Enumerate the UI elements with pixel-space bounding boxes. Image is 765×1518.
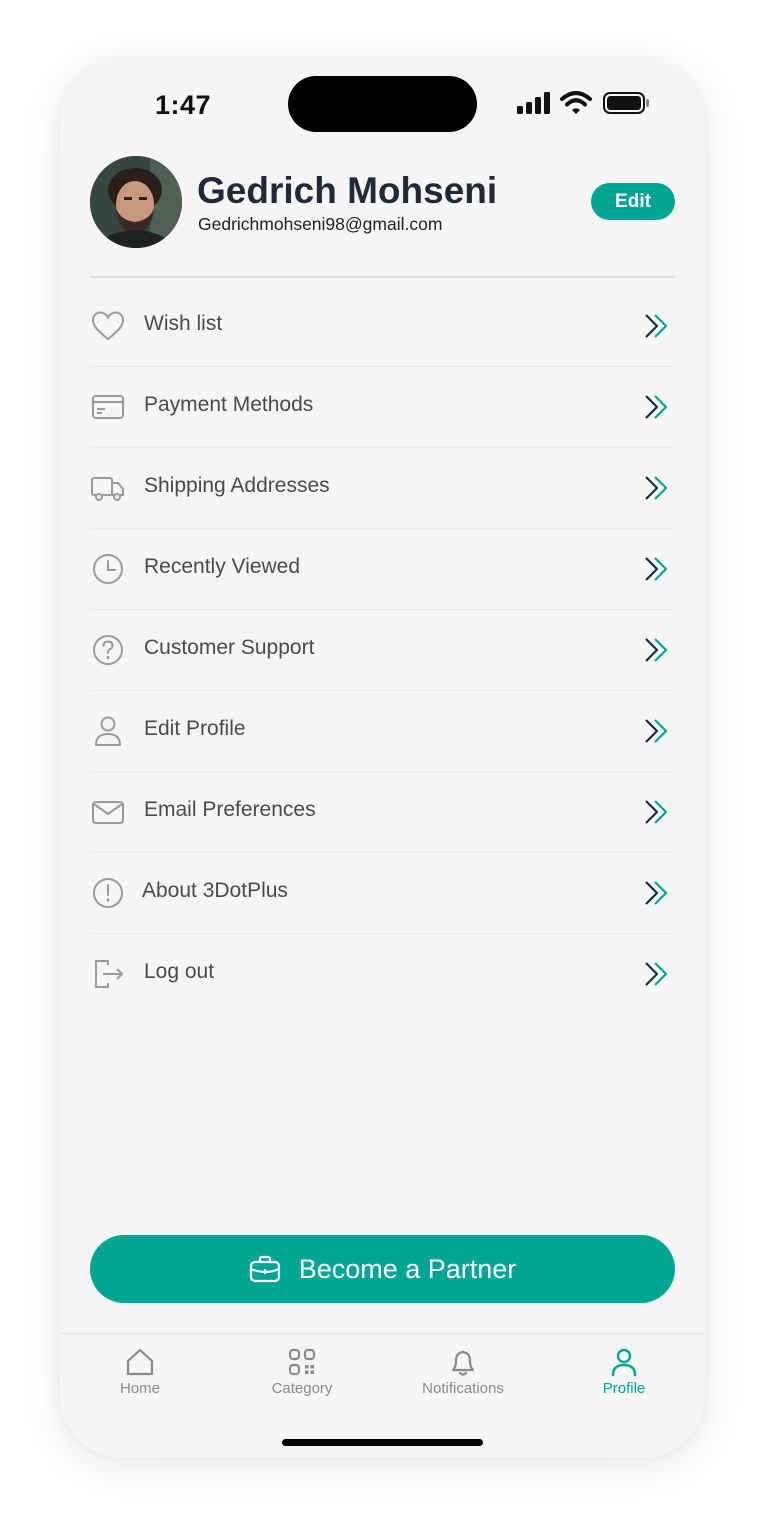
- menu-item-label: Recently Viewed: [144, 555, 301, 578]
- double-chevron-right-icon: [645, 395, 668, 419]
- menu-item-label: Shipping Addresses: [144, 474, 330, 497]
- edit-profile-button[interactable]: Edit: [591, 183, 675, 220]
- status-time: 1:47: [155, 90, 212, 120]
- become-partner-button[interactable]: Become a Partner: [90, 1235, 675, 1303]
- double-chevron-right-icon: [645, 476, 668, 500]
- logout-icon: [95, 960, 123, 988]
- cellular-signal-icon: [517, 92, 550, 114]
- menu-item-log-out[interactable]: Log out: [90, 934, 675, 1014]
- user-name: Gedrich Mohseni: [197, 170, 498, 211]
- battery-icon: [603, 92, 649, 114]
- tab-label: Notifications: [422, 1380, 504, 1397]
- menu-item-edit-profile[interactable]: Edit Profile: [90, 691, 675, 772]
- header-divider: [90, 276, 675, 278]
- phone-screen: 1:47 Gedrich Mohseni Gedrichmohseni98@gm…: [60, 60, 705, 1458]
- user-email: Gedrichmohseni98@gmail.com: [198, 214, 443, 234]
- dynamic-island: [288, 76, 477, 132]
- menu-item-about[interactable]: About 3DotPlus: [90, 853, 675, 934]
- double-chevron-right-icon: [645, 557, 668, 581]
- question-icon: [93, 635, 123, 665]
- credit-card-icon: [92, 395, 124, 419]
- tab-label: Home: [119, 1380, 160, 1397]
- envelope-icon: [92, 801, 124, 824]
- tab-category[interactable]: Category: [232, 1346, 372, 1416]
- tab-label: Profile: [602, 1380, 646, 1397]
- home-indicator[interactable]: [282, 1439, 483, 1446]
- avatar[interactable]: [90, 156, 182, 248]
- menu-item-label: Log out: [144, 960, 215, 983]
- menu-item-label: Wish list: [144, 312, 223, 335]
- double-chevron-right-icon: [645, 962, 668, 986]
- home-icon: [126, 1348, 154, 1376]
- user-icon: [95, 716, 121, 746]
- heart-icon: [91, 311, 125, 341]
- menu-item-shipping-addresses[interactable]: Shipping Addresses: [90, 448, 675, 529]
- clock-icon: [93, 554, 123, 584]
- bell-icon: [451, 1350, 475, 1376]
- double-chevron-right-icon: [645, 881, 668, 905]
- double-chevron-right-icon: [645, 719, 668, 743]
- menu-item-label: Edit Profile: [144, 717, 246, 740]
- menu-item-label: Email Preferences: [144, 798, 316, 821]
- double-chevron-right-icon: [645, 638, 668, 662]
- tab-home[interactable]: Home: [70, 1346, 210, 1416]
- menu-list: Wish list Payment Methods Shipping Addre…: [90, 286, 675, 1014]
- tab-label: Category: [271, 1380, 333, 1397]
- briefcase-icon: [249, 1255, 280, 1283]
- double-chevron-right-icon: [645, 800, 668, 824]
- avatar-photo: [90, 156, 182, 248]
- menu-item-label: Customer Support: [144, 636, 315, 659]
- menu-item-payment-methods[interactable]: Payment Methods: [90, 367, 675, 448]
- info-icon: [93, 878, 123, 908]
- menu-item-recently-viewed[interactable]: Recently Viewed: [90, 529, 675, 610]
- user-icon: [611, 1348, 637, 1377]
- become-partner-label: Become a Partner: [298, 1253, 517, 1284]
- menu-item-label: Payment Methods: [144, 393, 314, 416]
- menu-item-wish-list[interactable]: Wish list: [90, 286, 675, 367]
- wifi-icon: [560, 91, 592, 114]
- tab-notifications[interactable]: Notifications: [393, 1346, 533, 1416]
- tab-profile[interactable]: Profile: [554, 1346, 694, 1416]
- category-icon: [288, 1348, 316, 1376]
- menu-item-customer-support[interactable]: Customer Support: [90, 610, 675, 691]
- menu-item-label: About 3DotPlus: [142, 879, 288, 902]
- menu-item-email-preferences[interactable]: Email Preferences: [90, 772, 675, 853]
- double-chevron-right-icon: [645, 314, 668, 338]
- truck-icon: [91, 477, 124, 501]
